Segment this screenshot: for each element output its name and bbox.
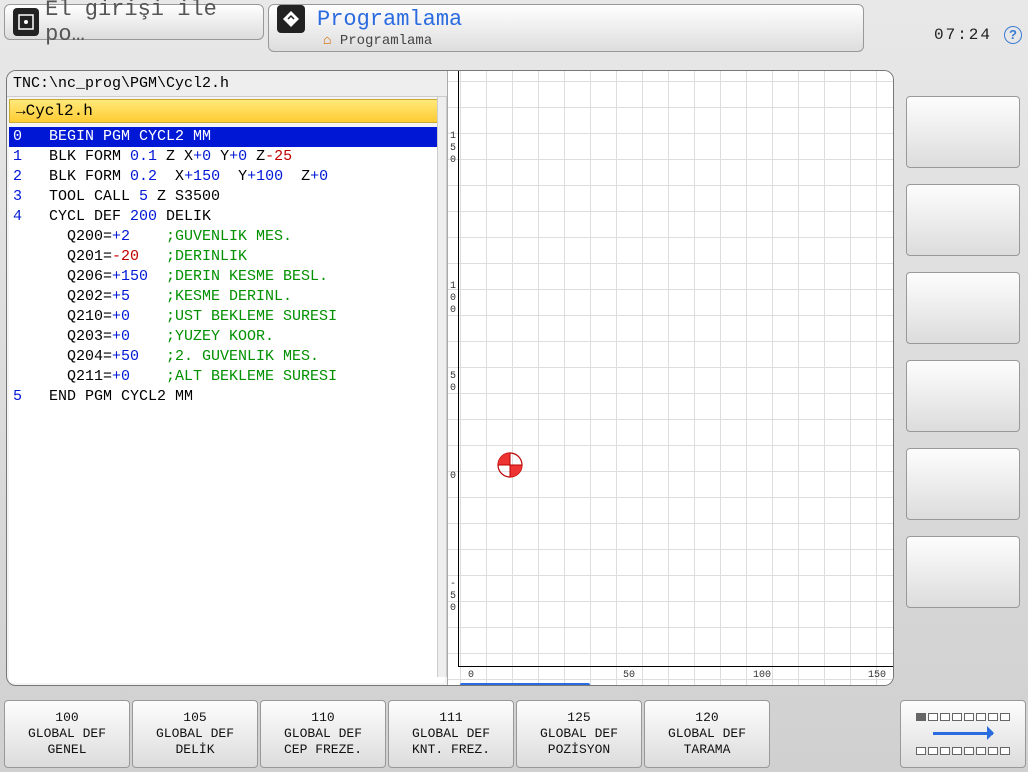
y-tick: 1 (450, 281, 456, 292)
code-line[interactable]: Q210=+0 ;UST BEKLEME SURESI (9, 307, 445, 327)
y-tick: 5 (450, 591, 456, 602)
x-tick: 0 (468, 670, 474, 681)
scrollbar-vertical[interactable] (437, 97, 447, 677)
help-icon[interactable]: ? (1004, 26, 1022, 44)
page-indicator-bottom (916, 747, 1010, 755)
softkey-125[interactable]: 125 GLOBAL DEF POZİSYON (516, 700, 642, 768)
page-next-button[interactable] (900, 700, 1026, 768)
arrow-right-icon (933, 732, 993, 735)
y-tick: 5 (450, 143, 456, 154)
softkey-105[interactable]: 105 GLOBAL DEF DELİK (132, 700, 258, 768)
side-key-5[interactable] (906, 448, 1020, 520)
code-line[interactable]: 4 CYCL DEF 200 DELIK (9, 207, 445, 227)
x-tick: 150 (868, 670, 886, 681)
file-path: TNC:\nc_prog\PGM\Cycl2.h (7, 71, 447, 97)
code-line[interactable]: 0 BEGIN PGM CYCL2 MM (9, 127, 445, 147)
code-line[interactable]: Q200=+2 ;GUVENLIK MES. (9, 227, 445, 247)
softkey-110[interactable]: 110 GLOBAL DEF CEP FREZE. (260, 700, 386, 768)
softkey-100[interactable]: 100 GLOBAL DEF GENEL (4, 700, 130, 768)
main-panel: TNC:\nc_prog\PGM\Cycl2.h →Cycl2.h 0 BEGI… (6, 70, 894, 686)
progress-bar (460, 683, 590, 686)
graphics-panel[interactable]: 150100500-50 050100150 (447, 71, 893, 685)
y-tick: 0 (450, 305, 456, 316)
tab-programming-label: Programlama (317, 7, 462, 32)
tab-manual-label: El girişi ile po… (45, 0, 255, 47)
side-key-4[interactable] (906, 360, 1020, 432)
file-name-bar[interactable]: →Cycl2.h (9, 99, 445, 123)
code-line[interactable]: 5 END PGM CYCL2 MM (9, 387, 445, 407)
code-line[interactable]: Q202=+5 ;KESME DERINL. (9, 287, 445, 307)
grid (448, 71, 893, 685)
side-key-2[interactable] (906, 184, 1020, 256)
code-line[interactable]: 1 BLK FORM 0.1 Z X+0 Y+0 Z-25 (9, 147, 445, 167)
clock: 07:24 (934, 26, 992, 44)
axis-y (458, 71, 459, 667)
side-key-6[interactable] (906, 536, 1020, 608)
y-tick: 0 (450, 155, 456, 166)
x-tick: 100 (753, 670, 771, 681)
y-tick: 5 (450, 371, 456, 382)
code-line[interactable]: Q206=+150 ;DERIN KESME BESL. (9, 267, 445, 287)
code-panel: TNC:\nc_prog\PGM\Cycl2.h →Cycl2.h 0 BEGI… (7, 71, 447, 685)
tab-programming[interactable]: Programlama ⌂ Programlama (268, 4, 864, 52)
axis-x (458, 666, 893, 667)
softkey-row: 100 GLOBAL DEF GENEL 105 GLOBAL DEF DELİ… (4, 700, 1026, 768)
side-key-1[interactable] (906, 96, 1020, 168)
origin-marker (496, 451, 524, 479)
softkey-111[interactable]: 111 GLOBAL DEF KNT. FREZ. (388, 700, 514, 768)
y-tick: 0 (450, 383, 456, 394)
x-tick: 50 (623, 670, 635, 681)
code-line[interactable]: 3 TOOL CALL 5 Z S3500 (9, 187, 445, 207)
y-tick: 0 (450, 471, 456, 482)
home-icon: ⌂ (323, 33, 331, 49)
code-line[interactable]: Q201=-20 ;DERINLIK (9, 247, 445, 267)
code-listing[interactable]: 0 BEGIN PGM CYCL2 MM1 BLK FORM 0.1 Z X+0… (9, 127, 445, 683)
y-tick: - (450, 579, 456, 590)
code-line[interactable]: Q211=+0 ;ALT BEKLEME SURESI (9, 367, 445, 387)
y-tick: 0 (450, 293, 456, 304)
side-key-3[interactable] (906, 272, 1020, 344)
code-line[interactable]: Q203=+0 ;YUZEY KOOR. (9, 327, 445, 347)
y-tick: 1 (450, 131, 456, 142)
y-tick: 0 (450, 603, 456, 614)
page-indicator-top (916, 713, 1010, 721)
programming-icon (277, 5, 305, 33)
manual-icon (13, 8, 39, 36)
breadcrumb: Programlama (340, 33, 432, 49)
code-line[interactable]: Q204=+50 ;2. GUVENLIK MES. (9, 347, 445, 367)
code-line[interactable]: 2 BLK FORM 0.2 X+150 Y+100 Z+0 (9, 167, 445, 187)
tab-manual-input[interactable]: El girişi ile po… (4, 4, 264, 40)
softkey-120[interactable]: 120 GLOBAL DEF TARAMA (644, 700, 770, 768)
